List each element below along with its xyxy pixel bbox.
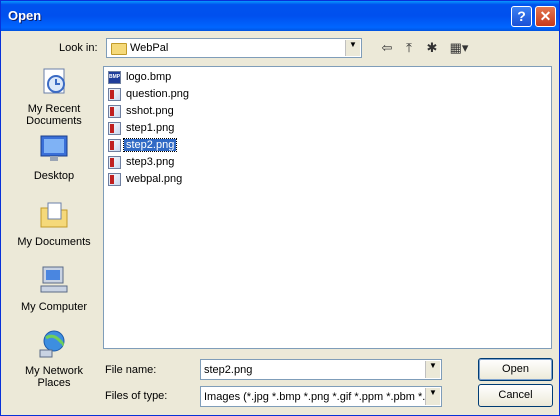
file-item[interactable]: webpal.png [108, 171, 184, 187]
file-name: step3.png [126, 156, 175, 168]
my-documents-icon [40, 202, 68, 228]
file-name-value: step2.png [204, 364, 253, 376]
file-item[interactable]: step1.png [108, 120, 176, 136]
recent-documents-icon [43, 68, 65, 94]
look-in-dropdown[interactable]: WebPal ▼ [106, 38, 362, 58]
window-title: Open [8, 8, 42, 23]
file-type-label: Files of type: [105, 390, 168, 402]
bmp-file-icon: BMP [108, 70, 121, 84]
file-type-value: Images (*.jpg *.bmp *.png *.gif *.ppm *.… [204, 391, 426, 403]
png-file-icon [108, 104, 121, 118]
chevron-down-icon[interactable]: ▼ [425, 388, 440, 405]
file-item[interactable]: BMP logo.bmp [108, 69, 173, 85]
file-name: step1.png [126, 122, 175, 134]
new-folder-icon[interactable]: ✱ [423, 39, 441, 57]
place-label: My Network Places [24, 365, 84, 389]
help-button[interactable]: ? [511, 6, 532, 27]
file-type-dropdown[interactable]: Images (*.jpg *.bmp *.png *.gif *.ppm *.… [200, 386, 442, 407]
place-network[interactable]: My Network Places [15, 329, 93, 389]
desktop-icon [40, 135, 68, 161]
place-desktop[interactable]: Desktop [15, 134, 93, 182]
file-name: step2.png [122, 138, 178, 152]
views-menu-icon[interactable]: ▦▾ [446, 39, 472, 57]
chevron-down-icon[interactable]: ▼ [345, 40, 360, 56]
file-name: sshot.png [126, 105, 174, 117]
title-bar[interactable]: Open ? ✕ [1, 1, 559, 31]
folder-icon [111, 43, 127, 55]
file-name-label: File name: [105, 364, 157, 376]
place-recent-documents[interactable]: My Recent Documents [15, 67, 93, 127]
file-item[interactable]: step3.png [108, 154, 176, 170]
file-item[interactable]: question.png [108, 86, 191, 102]
chevron-down-icon[interactable]: ▼ [425, 361, 440, 378]
close-button[interactable]: ✕ [535, 6, 556, 27]
place-label: My Computer [20, 301, 88, 313]
cancel-button[interactable]: Cancel [478, 384, 553, 407]
png-file-icon [108, 87, 121, 101]
place-label: My Documents [17, 236, 91, 248]
open-button[interactable]: Open [478, 358, 553, 381]
place-label: My Recent Documents [26, 103, 82, 127]
file-name: logo.bmp [126, 71, 172, 83]
png-file-icon [108, 172, 121, 186]
look-in-value: WebPal [130, 42, 169, 54]
png-file-icon [108, 155, 121, 169]
file-name: webpal.png [126, 173, 183, 185]
file-name-field[interactable]: step2.png ▼ [200, 359, 442, 380]
my-computer-icon [40, 266, 68, 293]
file-item[interactable]: sshot.png [108, 103, 176, 119]
place-my-computer[interactable]: My Computer [15, 265, 93, 313]
place-label: Desktop [33, 170, 75, 182]
file-name: question.png [126, 88, 189, 100]
open-dialog: Open ? ✕ Look in: WebPal ▼ ⇦ ⤒ ✱ ▦▾ My R… [0, 0, 560, 416]
place-my-documents[interactable]: My Documents [15, 200, 93, 248]
up-folder-icon[interactable]: ⤒ [400, 39, 418, 57]
network-places-icon [39, 330, 65, 358]
look-in-label: Look in: [59, 42, 98, 54]
png-file-icon [108, 138, 121, 152]
back-icon[interactable]: ⇦ [378, 39, 396, 57]
file-item-selected[interactable]: step2.png [108, 137, 178, 153]
png-file-icon [108, 121, 121, 135]
file-list[interactable]: BMP logo.bmp question.png sshot.png step1… [103, 66, 552, 349]
